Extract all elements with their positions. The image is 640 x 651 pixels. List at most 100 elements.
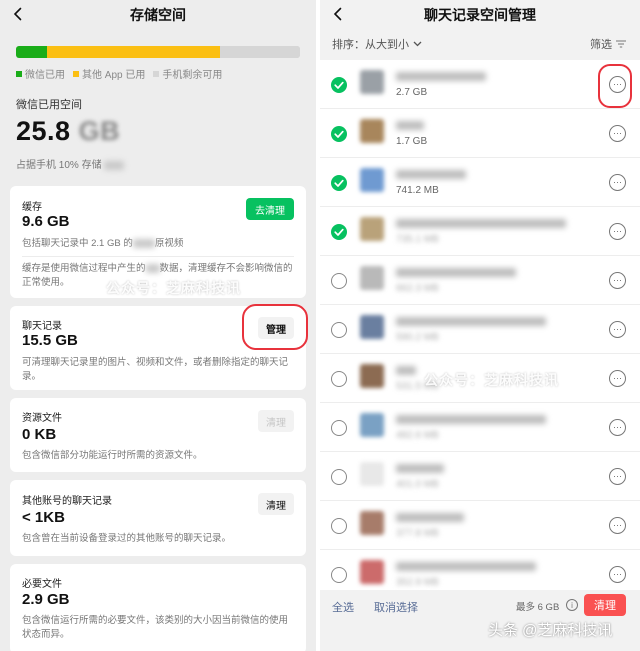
- chat-record-row[interactable]: 590.2 MB ···: [320, 305, 640, 354]
- more-options-icon[interactable]: ···: [609, 517, 626, 534]
- legend-label: 手机剩余可用: [162, 70, 223, 81]
- usage-segment: [220, 46, 300, 58]
- unchecked-circle-icon[interactable]: [331, 469, 347, 485]
- cache-desc-1: 包括聊天记录中 2.1 GB 的 原视频: [22, 237, 294, 251]
- chat-name-blurred: [396, 317, 546, 326]
- select-all-button[interactable]: 全选: [332, 599, 354, 615]
- chat-record-size: 482.6 MB: [396, 430, 439, 441]
- sort-dropdown[interactable]: 排序：从大到小: [332, 36, 422, 52]
- cancel-selection-button[interactable]: 取消选择: [374, 599, 418, 615]
- legend-swatch: [73, 70, 79, 77]
- chat-storage-management-screen: 聊天记录空间管理 排序：从大到小 筛选 2.7 GB ··· 1.7 GB ··· 74…: [320, 0, 640, 651]
- clean-cache-button[interactable]: 去清理: [246, 198, 294, 220]
- clean-other-accounts-button[interactable]: 清理: [258, 493, 294, 515]
- checked-circle-icon[interactable]: [331, 126, 347, 142]
- chat-name-blurred: [396, 268, 516, 277]
- chat-record-row[interactable]: 662.3 MB ···: [320, 256, 640, 305]
- filter-button[interactable]: 筛选: [590, 36, 626, 52]
- chat-records-title: 聊天记录: [22, 321, 62, 332]
- chat-record-size: 590.2 MB: [396, 332, 439, 343]
- chat-name-blurred: [396, 72, 486, 81]
- chat-records-card: 聊天记录 15.5 GB 管理 可清理聊天记录里的图片、视频和文件，或者删除指定…: [10, 306, 306, 390]
- chat-record-row[interactable]: 401.0 MB ···: [320, 452, 640, 501]
- wechat-used-percent: 占据手机 10% 存储: [16, 156, 125, 171]
- more-options-icon[interactable]: ···: [609, 125, 626, 142]
- required-files-title: 必要文件: [22, 579, 62, 590]
- usage-segment: [16, 46, 48, 58]
- wechat-used-label: 微信已用空间: [16, 99, 82, 111]
- more-options-icon[interactable]: ···: [609, 370, 626, 387]
- chat-record-row[interactable]: 2.7 GB ···: [320, 60, 640, 109]
- chat-records-size: 15.5 GB: [22, 332, 78, 349]
- storage-space-screen: 存储空间 微信已用 其他 App 已用 手机剩余可用 微信已用空间 25.8 GB …: [0, 0, 316, 651]
- storage-usage-bar: [16, 46, 300, 58]
- checked-circle-icon[interactable]: [331, 224, 347, 240]
- more-options-icon[interactable]: ···: [609, 321, 626, 338]
- more-options-icon[interactable]: ···: [609, 468, 626, 485]
- unchecked-circle-icon[interactable]: [331, 371, 347, 387]
- clean-selected-button[interactable]: 清理: [584, 594, 626, 616]
- chat-record-size: 377.8 MB: [396, 528, 439, 539]
- checked-circle-icon[interactable]: [331, 77, 347, 93]
- more-options-icon[interactable]: ···: [609, 419, 626, 436]
- chat-record-row[interactable]: 531.5 MB ···: [320, 354, 640, 403]
- more-options-icon[interactable]: ···: [609, 174, 626, 191]
- usage-segment: [47, 46, 221, 58]
- required-files-card: 必要文件 2.9 GB 包含微信运行所需的必要文件，该类别的大小因当前微信的使用…: [10, 564, 306, 651]
- chat-record-row[interactable]: 735.1 MB ···: [320, 207, 640, 256]
- more-options-icon[interactable]: ···: [609, 76, 626, 93]
- cache-title: 缓存: [22, 202, 42, 213]
- legend-label: 微信已用: [25, 70, 65, 81]
- info-icon[interactable]: i: [566, 599, 578, 611]
- filter-icon: [616, 40, 626, 48]
- checked-circle-icon[interactable]: [331, 175, 347, 191]
- more-options-icon[interactable]: ···: [609, 566, 626, 583]
- blurred-text: [104, 160, 125, 170]
- divider: [22, 256, 294, 257]
- nav-bar: 存储空间: [0, 0, 316, 30]
- cache-card: 缓存 9.6 GB 去清理 包括聊天记录中 2.1 GB 的 原视频 缓存是使用微…: [10, 186, 306, 298]
- chat-name-blurred: [396, 513, 464, 522]
- chat-name-blurred: [396, 464, 444, 473]
- unchecked-circle-icon[interactable]: [331, 273, 347, 289]
- cache-size: 9.6 GB: [22, 213, 70, 230]
- other-accounts-title: 其他账号的聊天记录: [22, 496, 112, 507]
- chat-records-desc: 可清理聊天记录里的图片、视频和文件，或者删除指定的聊天记录。: [22, 357, 289, 382]
- chat-record-row[interactable]: 377.8 MB ···: [320, 501, 640, 550]
- unchecked-circle-icon[interactable]: [331, 420, 347, 436]
- other-accounts-card: 其他账号的聊天记录 < 1KB 清理 包含曾在当前设备登录过的其他账号的聊天记录…: [10, 480, 306, 556]
- more-options-icon[interactable]: ···: [609, 223, 626, 240]
- legend-item: 手机剩余可用: [153, 66, 222, 81]
- chat-record-row[interactable]: 482.6 MB ···: [320, 403, 640, 452]
- other-accounts-size: < 1KB: [22, 509, 65, 526]
- legend-swatch: [153, 70, 160, 77]
- blurred-text: [132, 238, 155, 248]
- chat-record-size: 735.1 MB: [396, 234, 439, 245]
- cache-desc-2: 缓存是使用微信过程中产生的 数据，清理缓存不会影响微信的正常使用。: [22, 262, 294, 290]
- nav-bar: 聊天记录空间管理: [320, 0, 640, 30]
- chat-record-row[interactable]: 741.2 MB ···: [320, 158, 640, 207]
- manage-chat-records-button[interactable]: 管理: [258, 317, 294, 339]
- chat-avatar: [360, 70, 384, 94]
- storage-legend: 微信已用 其他 App 已用 手机剩余可用: [16, 66, 222, 81]
- chat-name-blurred: [396, 562, 536, 571]
- unchecked-circle-icon[interactable]: [331, 322, 347, 338]
- back-arrow-icon[interactable]: [330, 6, 346, 22]
- wechat-used-size-value: 25.8: [16, 116, 71, 146]
- chat-name-blurred: [396, 219, 566, 228]
- sort-label: 排序：从大到小: [332, 39, 409, 51]
- chat-avatar: [360, 119, 384, 143]
- unchecked-circle-icon[interactable]: [331, 567, 347, 583]
- legend-item: 其他 App 已用: [73, 66, 145, 81]
- unchecked-circle-icon[interactable]: [331, 518, 347, 534]
- clean-resource-button[interactable]: 清理: [258, 410, 294, 432]
- chat-name-blurred: [396, 415, 546, 424]
- chat-avatar: [360, 511, 384, 535]
- back-arrow-icon[interactable]: [10, 6, 26, 22]
- filter-label: 筛选: [590, 39, 612, 51]
- cache-desc-1-tail: 原视频: [154, 238, 184, 249]
- chevron-down-icon: [413, 41, 422, 47]
- chat-record-row[interactable]: 1.7 GB ···: [320, 109, 640, 158]
- max-size-label: 最多 6 GB: [516, 602, 560, 613]
- more-options-icon[interactable]: ···: [609, 272, 626, 289]
